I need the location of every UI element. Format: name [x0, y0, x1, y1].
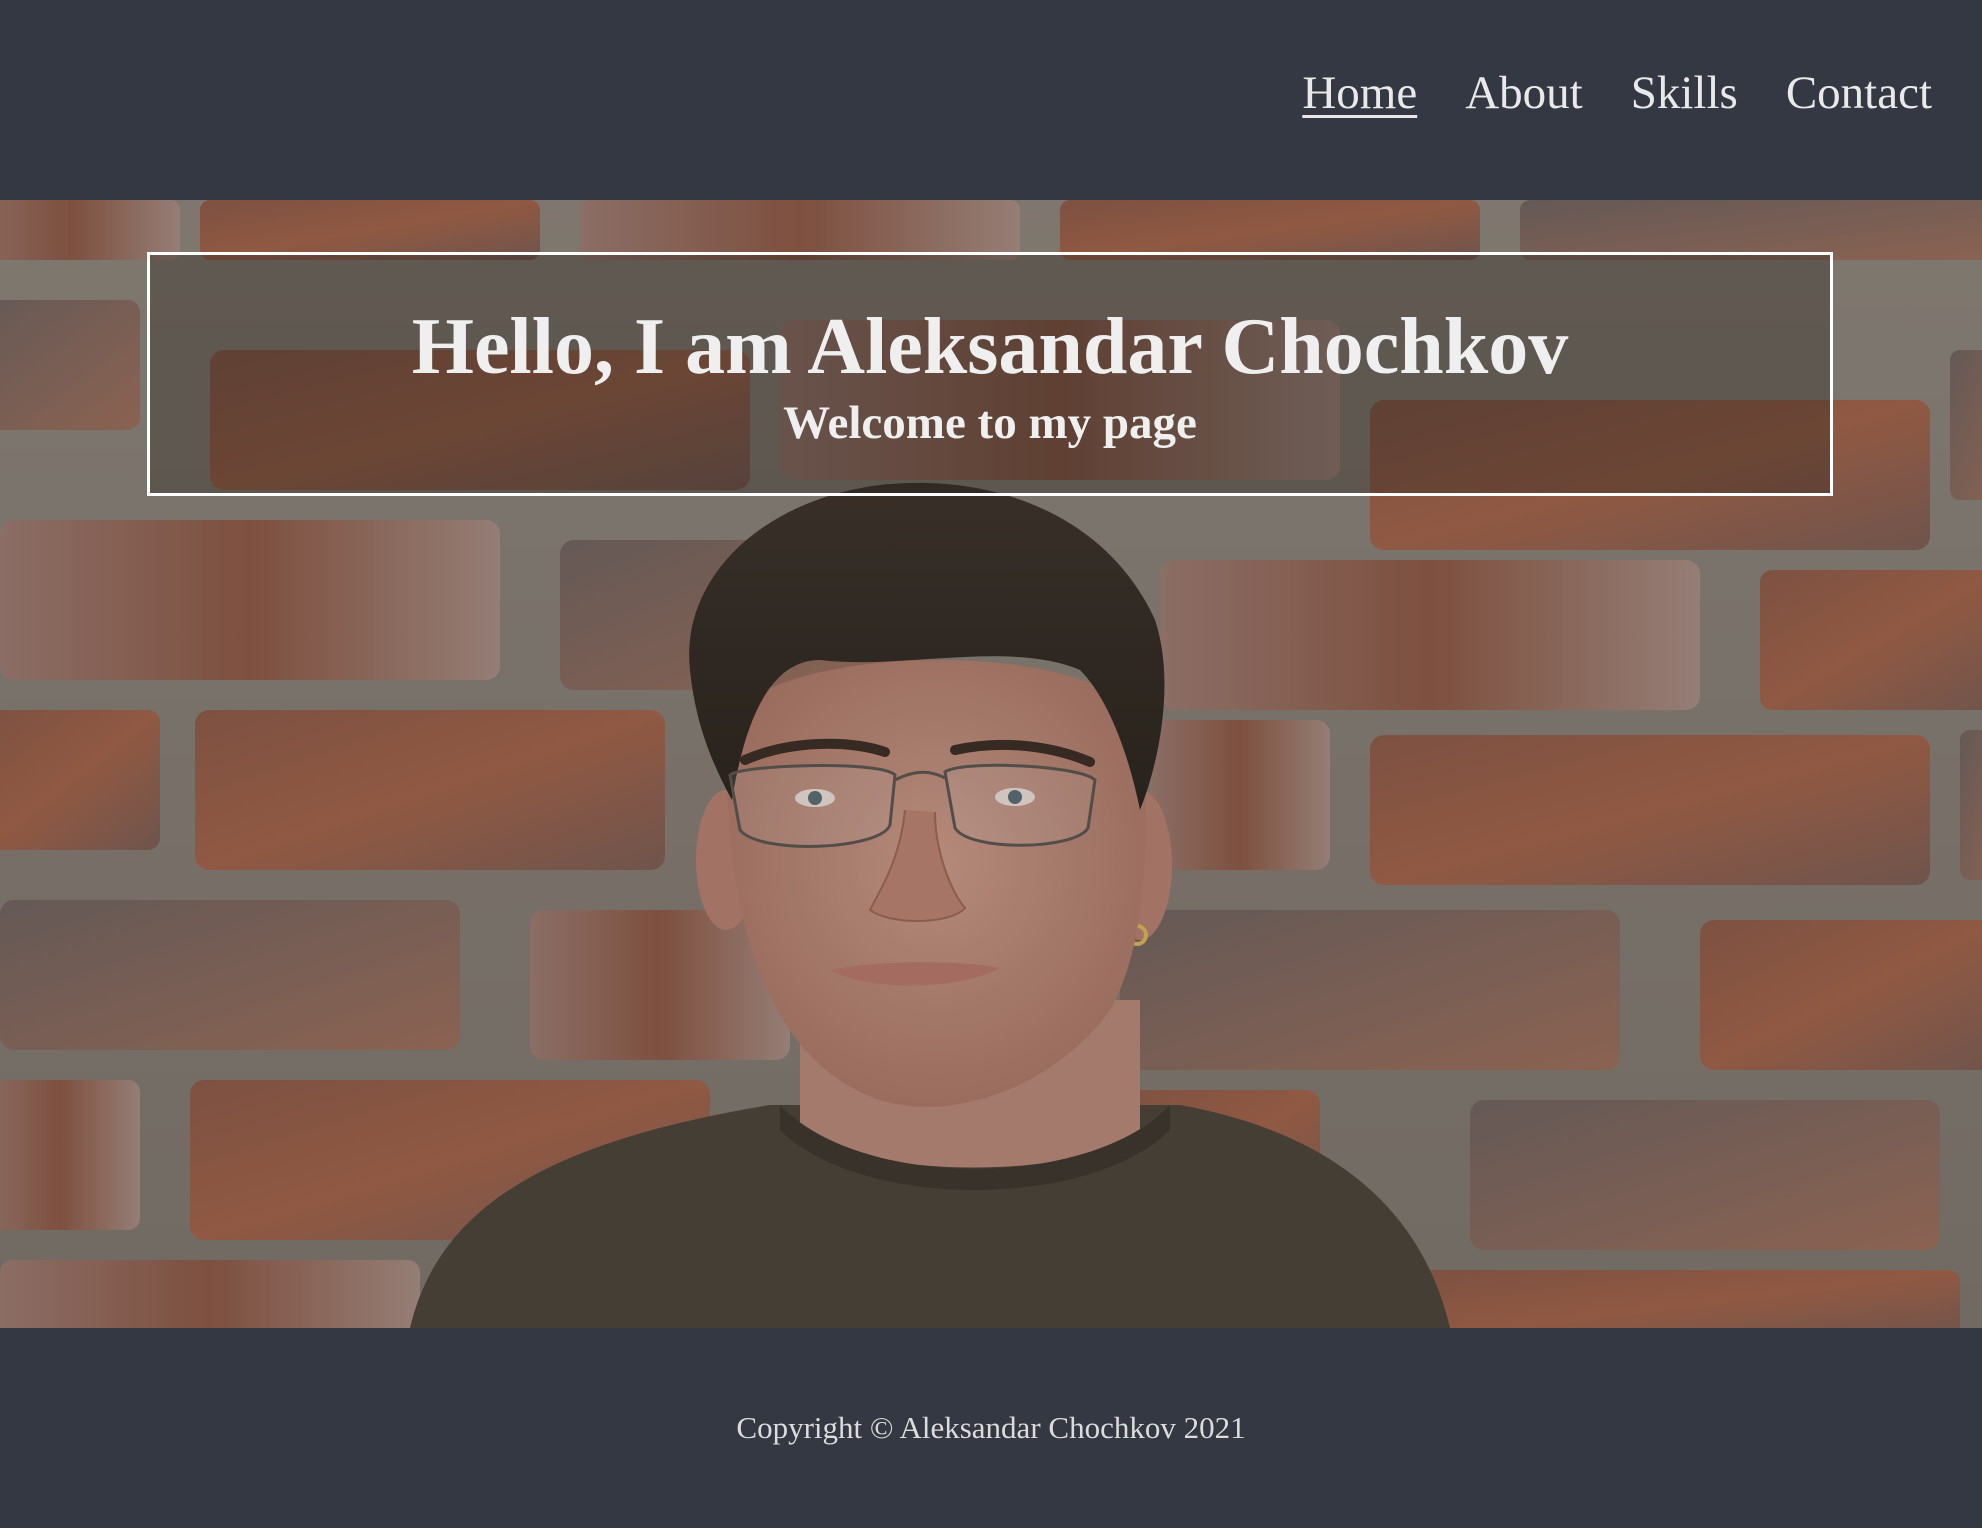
hero-subtitle: Welcome to my page	[783, 397, 1197, 449]
nav-home-link[interactable]: Home	[1302, 70, 1417, 117]
nav-skills-link[interactable]: Skills	[1631, 70, 1738, 117]
main-nav: Home About Skills Contact	[1302, 70, 1932, 117]
copyright-text: Copyright © Aleksandar Chochkov 2021	[736, 1410, 1246, 1445]
site-footer: Copyright © Aleksandar Chochkov 2021	[0, 1328, 1982, 1528]
nav-contact-link[interactable]: Contact	[1786, 70, 1932, 117]
hero-title: Hello, I am Aleksandar Chochkov	[411, 303, 1569, 391]
page: Home About Skills Contact Hello, I am Al…	[0, 0, 1982, 1528]
hero-banner: Hello, I am Aleksandar Chochkov Welcome …	[147, 252, 1833, 496]
nav-about-link[interactable]: About	[1465, 70, 1583, 117]
hero-section: Hello, I am Aleksandar Chochkov Welcome …	[0, 200, 1982, 1328]
site-header: Home About Skills Contact	[0, 0, 1982, 200]
